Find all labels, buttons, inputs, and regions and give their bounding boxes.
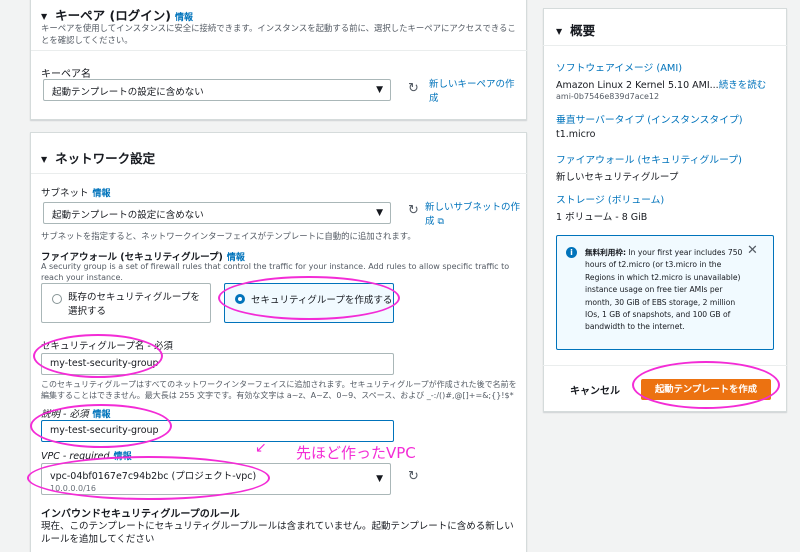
option-create-sg[interactable]: セキュリティグループを作成する	[224, 283, 394, 323]
subnet-info-link[interactable]: 情報	[93, 189, 111, 199]
new-subnet-link[interactable]: 新しいサブネットの作成 ⧉	[425, 201, 521, 229]
info-icon: i	[566, 247, 577, 258]
option-existing-label: 既存のセキュリティグループを選択する	[68, 292, 200, 317]
network-title: ネットワーク設定	[55, 151, 156, 166]
network-header[interactable]: ▼ ネットワーク設定	[41, 148, 155, 167]
new-keypair-link[interactable]: 新しいキーペアの作成	[429, 78, 519, 106]
summary-storage-label: ストレージ (ボリューム)	[556, 195, 665, 206]
inbound-rules-description: 現在、このテンプレートにセキュリティグループルールは含まれていません。起動テンプ…	[41, 521, 514, 545]
summary-ami-text: Amazon Linux 2 Kernel 5.10 AMI...	[556, 80, 719, 91]
caret-down-icon: ▼	[41, 12, 48, 21]
subnet-label: サブネット 情報	[41, 185, 111, 199]
vpc-cidr: 10.0.0.0/16	[50, 484, 96, 493]
sg-name-help: このセキュリティグループはすべてのネットワークインターフェイスに追加されます。セ…	[41, 380, 517, 400]
summary-firewall-value: 新しいセキュリティグループ	[556, 172, 679, 183]
dropdown-arrow-icon: ▼	[376, 474, 383, 484]
inbound-rules-title: インバウンドセキュリティグループのルール	[41, 509, 240, 520]
read-more-link[interactable]: 続きを読む	[719, 80, 767, 91]
vpc-label-text: VPC - required	[41, 451, 110, 462]
keypair-select-value: 起動テンプレートの設定に含めない	[52, 87, 204, 98]
keypair-select[interactable]: 起動テンプレートの設定に含めない ▼	[43, 79, 391, 101]
summary-title: 概要	[570, 23, 596, 38]
free-tier-text: 無料利用枠: In your first year includes 750 h…	[585, 247, 745, 334]
vpc-select-value: vpc-04bf0167e7c94b2bc (プロジェクト-vpc)	[50, 471, 257, 482]
dropdown-arrow-icon: ▼	[376, 85, 383, 95]
subnet-help: サブネットを指定すると、ネットワークインターフェイスがテンプレートに自動的に追加…	[41, 231, 416, 241]
firewall-description: A security group is a set of firewall ru…	[41, 262, 510, 282]
refresh-icon[interactable]: ↻	[408, 203, 419, 218]
annotation-arrow-icon: ↙	[255, 440, 267, 456]
option-existing-sg[interactable]: 既存のセキュリティグループを選択する	[41, 283, 211, 323]
refresh-icon[interactable]: ↻	[408, 469, 419, 484]
summary-instance-value: t1.micro	[556, 129, 596, 140]
divider	[543, 365, 787, 366]
external-link-icon: ⧉	[437, 217, 444, 227]
sg-name-input[interactable]: my-test-security-group	[41, 353, 394, 375]
desc-info-link[interactable]: 情報	[92, 410, 110, 420]
create-template-button[interactable]: 起動テンプレートを作成	[641, 379, 771, 400]
vpc-info-link[interactable]: 情報	[114, 452, 132, 462]
summary-ami-value: Amazon Linux 2 Kernel 5.10 AMI...続きを読む	[556, 77, 766, 91]
free-tier-bold: 無料利用枠:	[585, 248, 627, 257]
vpc-label: VPC - required 情報	[41, 449, 132, 462]
summary-storage-value: 1 ボリューム - 8 GiB	[556, 212, 648, 223]
summary-header[interactable]: ▼ 概要	[556, 20, 595, 39]
keypair-panel: ▼ キーペア (ログイン) 情報 キーペアを使用してインスタンスに安全に接続できます…	[30, 0, 528, 120]
desc-label-text: 説明 - 必須	[41, 409, 89, 420]
network-panel: ▼ ネットワーク設定 サブネット 情報 起動テンプレートの設定に含めない ▼ ↻ 新…	[30, 132, 528, 552]
close-icon[interactable]: ✕	[747, 243, 758, 258]
radio-existing[interactable]	[52, 294, 62, 304]
vpc-select[interactable]: vpc-04bf0167e7c94b2bc (プロジェクト-vpc) 10.0.…	[41, 463, 391, 495]
keypair-name-label: キーペア名	[41, 69, 91, 80]
caret-down-icon: ▼	[556, 27, 563, 36]
cancel-button[interactable]: キャンセル	[570, 382, 620, 397]
option-create-label: セキュリティグループを作成する	[251, 295, 393, 306]
summary-firewall-label: ファイアウォール (セキュリティグループ)	[556, 155, 742, 166]
subnet-select-value: 起動テンプレートの設定に含めない	[52, 210, 204, 221]
free-tier-alert: i 無料利用枠: In your first year includes 750…	[556, 235, 774, 350]
free-tier-body: In your first year includes 750 hours of…	[585, 248, 743, 332]
summary-instance-label: 垂直サーバータイプ (インスタンスタイプ)	[556, 115, 743, 126]
desc-input[interactable]: my-test-security-group	[41, 420, 394, 442]
keypair-description: キーペアを使用してインスタンスに安全に接続できます。インスタンスを起動する前に、…	[41, 23, 516, 45]
subnet-select[interactable]: 起動テンプレートの設定に含めない ▼	[43, 202, 391, 224]
summary-ami-id: ami-0b7546e839d7ace12	[556, 92, 660, 101]
dropdown-arrow-icon: ▼	[376, 208, 383, 218]
radio-create[interactable]	[235, 294, 245, 304]
caret-down-icon: ▼	[41, 155, 48, 164]
keypair-title: キーペア (ログイン)	[55, 8, 171, 23]
subnet-label-text: サブネット	[41, 188, 89, 199]
refresh-icon[interactable]: ↻	[408, 81, 419, 96]
divider	[31, 173, 528, 174]
divider	[543, 45, 787, 46]
summary-ami-label: ソフトウェアイメージ (AMI)	[556, 63, 683, 74]
annotation-text: 先ほど作ったVPC	[296, 444, 416, 462]
sg-name-label: セキュリティグループ名 - 必須	[41, 341, 173, 352]
desc-label: 説明 - 必須 情報	[41, 406, 110, 420]
divider	[31, 50, 528, 51]
